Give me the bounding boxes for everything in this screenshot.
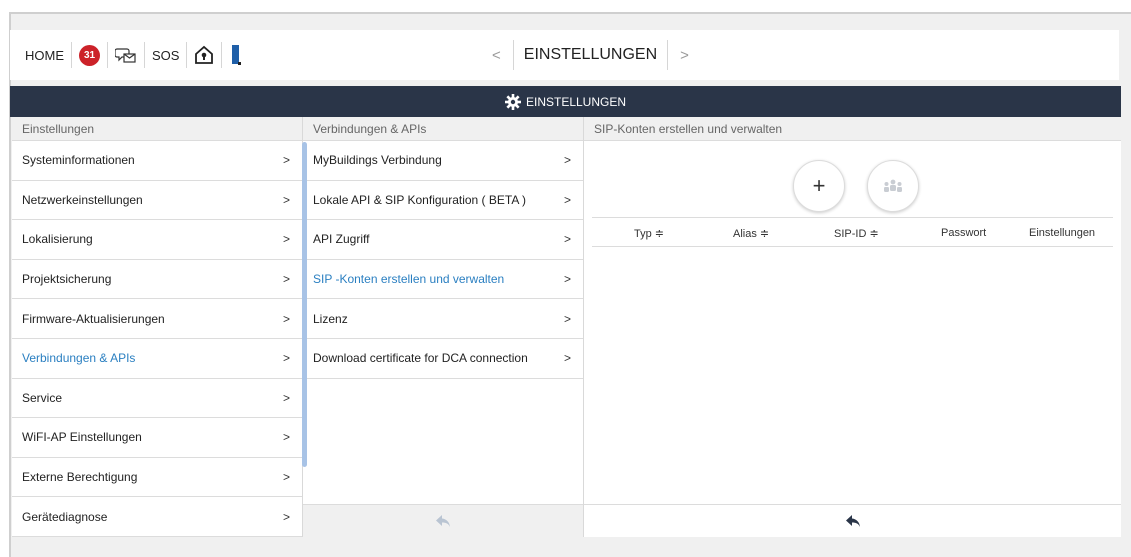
menu-item-label: Lokalisierung [22, 232, 93, 247]
notification-badge: 31 [79, 44, 100, 66]
chevron-right-icon: > [563, 311, 571, 326]
home-button[interactable]: HOME [18, 42, 71, 68]
door-icon [232, 45, 242, 65]
menu-item-sip-konten[interactable]: SIP -Konten erstellen und verwalten > [303, 260, 583, 300]
menu-item-label: SIP -Konten erstellen und verwalten [313, 272, 505, 287]
page-nav: < EINSTELLUNGEN > [480, 30, 701, 80]
chevron-right-icon: > [282, 153, 290, 168]
menu-item-label: MyBuildings Verbindung [313, 153, 442, 168]
gear-icon [504, 93, 521, 110]
messages-icon [115, 48, 136, 63]
chevron-right-icon: > [563, 351, 571, 366]
menu-item-label: Download certificate for DCA connection [313, 351, 528, 366]
settings-menu: Einstellungen Systeminformationen > Netzw… [12, 117, 302, 537]
column-header-passwort: Passwort [941, 227, 987, 239]
panel-footer [584, 504, 1121, 537]
group-button[interactable] [867, 160, 919, 212]
page-title: EINSTELLUNGEN [512, 40, 669, 70]
column-heading: Verbindungen & APIs [303, 117, 583, 141]
chevron-right-icon: > [282, 272, 290, 287]
menu-item-lokalisierung[interactable]: Lokalisierung > [12, 220, 302, 260]
chevron-right-icon: > [282, 351, 290, 366]
add-sip-account-button[interactable]: + [793, 160, 845, 212]
menu-item-systeminformationen[interactable]: Systeminformationen > [12, 141, 302, 181]
menu-item-download-certificate[interactable]: Download certificate for DCA connection > [303, 339, 583, 379]
prev-page-button[interactable]: < [480, 47, 513, 64]
chevron-right-icon: > [282, 470, 290, 485]
menu-item-label: Service [22, 390, 63, 405]
column-heading: Einstellungen [12, 117, 302, 141]
menu-item-firmware[interactable]: Firmware-Aktualisierungen > [12, 299, 302, 339]
menu-item-label: WiFI-AP Einstellungen [22, 430, 142, 445]
menu-item-label: Verbindungen & APIs [22, 351, 136, 366]
chevron-right-icon: > [282, 430, 290, 445]
menu-item-geraetediagnose[interactable]: Gerätediagnose > [12, 497, 302, 537]
table-header: Typ ≑ Alias ≑ SIP-ID ≑ Passwort Einstell… [592, 217, 1113, 247]
menu-item-externe-berechtigung[interactable]: Externe Berechtigung > [12, 458, 302, 498]
header-title: EINSTELLUNGEN [525, 94, 627, 109]
chevron-right-icon: > [563, 272, 571, 287]
menu-item-label: Externe Berechtigung [22, 470, 138, 485]
chevron-right-icon: > [282, 232, 290, 247]
menu-item-verbindungen[interactable]: Verbindungen & APIs > [12, 339, 302, 379]
menu-item-label: Lizenz [313, 311, 348, 326]
column-header-sip-id[interactable]: SIP-ID ≑ [834, 227, 879, 240]
column-header-typ[interactable]: Typ ≑ [634, 227, 664, 240]
connections-menu: Verbindungen & APIs MyBuildings Verbindu… [302, 117, 583, 537]
menu-item-projektsicherung[interactable]: Projektsicherung > [12, 260, 302, 300]
sip-accounts-panel: SIP-Konten erstellen und verwalten + Typ… [583, 117, 1121, 537]
scrollbar[interactable] [302, 142, 307, 467]
settings-header: EINSTELLUNGEN [10, 86, 1121, 117]
column-header-alias[interactable]: Alias ≑ [733, 227, 769, 240]
door-button[interactable] [222, 42, 250, 68]
menu-item-lokale-api[interactable]: Lokale API & SIP Konfiguration ( BETA ) > [303, 181, 583, 221]
menu-item-label: Gerätediagnose [22, 509, 108, 524]
plus-icon: + [812, 173, 826, 198]
chevron-right-icon: > [563, 232, 571, 247]
menu-item-label: Firmware-Aktualisierungen [22, 311, 165, 326]
chevron-right-icon: > [282, 192, 290, 207]
menu-item-lizenz[interactable]: Lizenz > [303, 299, 583, 339]
chevron-right-icon: > [282, 390, 290, 405]
next-page-button[interactable]: > [668, 47, 701, 64]
menu-item-label: Systeminformationen [22, 153, 135, 168]
menu-item-netzwerkeinstellungen[interactable]: Netzwerkeinstellungen > [12, 181, 302, 221]
menu-item-label: Lokale API & SIP Konfiguration ( BETA ) [313, 192, 527, 207]
security-button[interactable] [187, 42, 221, 68]
column-heading: SIP-Konten erstellen und verwalten [584, 117, 1121, 141]
quick-bar: HOME 31 SOS [18, 30, 250, 80]
chevron-right-icon: > [563, 153, 571, 168]
back-arrow-icon[interactable] [845, 514, 861, 528]
chevron-right-icon: > [282, 509, 290, 524]
messages-button[interactable] [108, 42, 144, 68]
menu-item-label: Projektsicherung [22, 272, 112, 287]
top-bar: HOME 31 SOS < EINSTELLUNGEN > [10, 30, 1119, 80]
menu-item-service[interactable]: Service > [12, 379, 302, 419]
menu-item-api-zugriff[interactable]: API Zugriff > [303, 220, 583, 260]
column-footer [303, 504, 583, 537]
menu-item-label: API Zugriff [313, 232, 370, 247]
chevron-right-icon: > [563, 192, 571, 207]
menu-item-wifi-ap[interactable]: WiFI-AP Einstellungen > [12, 418, 302, 458]
menu-item-label: Netzwerkeinstellungen [22, 192, 143, 207]
back-arrow-icon[interactable] [435, 514, 451, 528]
chevron-right-icon: > [282, 311, 290, 326]
home-security-icon [195, 45, 214, 64]
menu-item-mybuildings[interactable]: MyBuildings Verbindung > [303, 141, 583, 181]
group-icon [884, 179, 902, 192]
column-header-einstellungen: Einstellungen [1029, 227, 1096, 239]
notifications-button[interactable]: 31 [72, 42, 107, 68]
sos-button[interactable]: SOS [145, 42, 186, 68]
